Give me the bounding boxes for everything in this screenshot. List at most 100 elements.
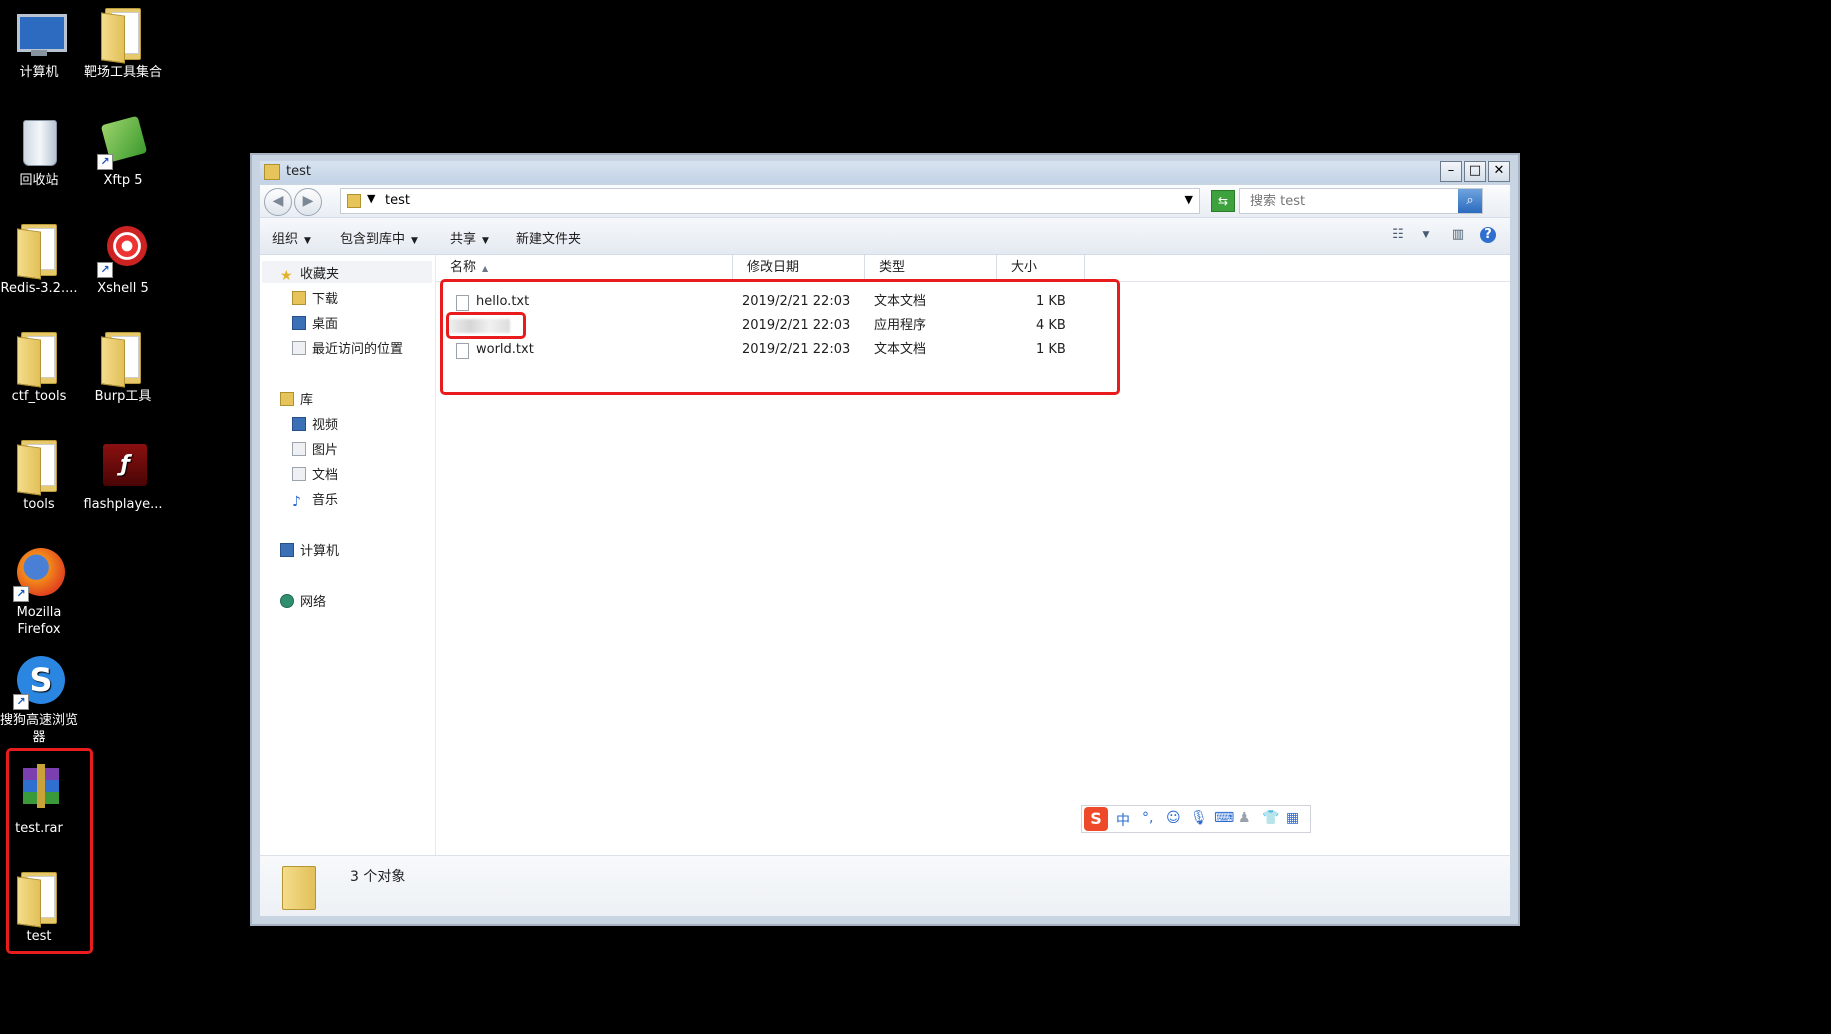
desktop-icon-recycle-bin[interactable]: 回收站 bbox=[0, 116, 84, 189]
search-icon[interactable]: ⌕ bbox=[1458, 189, 1482, 213]
column-header-type[interactable]: 类型 bbox=[865, 255, 997, 281]
navigation-pane: ★ 收藏夹 下载 桌面 最近访问的位置 库 视频 图片 文档 ♪ 音乐 计算机 网络 bbox=[260, 255, 436, 856]
video-icon bbox=[292, 417, 306, 431]
search-input[interactable] bbox=[1248, 193, 1452, 210]
nav-pictures[interactable]: 图片 bbox=[292, 439, 338, 458]
mic-icon[interactable]: 🎙 bbox=[1190, 810, 1208, 826]
new-folder-button[interactable]: 新建文件夹 bbox=[516, 228, 581, 247]
folder-icon bbox=[264, 164, 280, 180]
document-icon bbox=[292, 467, 306, 481]
nav-libraries[interactable]: 库 bbox=[280, 389, 313, 408]
highlight-box-redacted-file bbox=[446, 312, 526, 339]
column-header-name[interactable]: 名称 ▲ bbox=[436, 255, 733, 281]
nav-label: 下载 bbox=[312, 292, 339, 307]
grid-icon[interactable]: ▦ bbox=[1286, 810, 1299, 826]
chevron-down-icon: ▼ bbox=[304, 236, 311, 246]
desktop-icon-xshell[interactable]: ↗ Xshell 5 bbox=[78, 224, 168, 297]
nav-documents[interactable]: 文档 bbox=[292, 464, 338, 483]
include-in-library-menu[interactable]: 包含到库中 ▼ bbox=[340, 228, 418, 247]
minimize-button[interactable]: – bbox=[1440, 161, 1462, 182]
shortcut-arrow-icon: ↗ bbox=[97, 262, 113, 278]
desktop-icon-flashplayer[interactable]: ƒ flashplaye... bbox=[78, 440, 168, 513]
skin-icon[interactable]: 👕 bbox=[1262, 810, 1279, 826]
nav-label: 计算机 bbox=[300, 544, 340, 559]
help-icon[interactable]: ? bbox=[1480, 227, 1496, 243]
desktop-icon-range-tools[interactable]: 靶场工具集合 bbox=[78, 8, 168, 81]
maximize-button[interactable]: □ bbox=[1464, 161, 1486, 182]
organize-menu[interactable]: 组织 ▼ bbox=[272, 228, 311, 247]
file-list: 名称 ▲ 修改日期 类型 大小 hello.txt 2019/2/21 22:03… bbox=[436, 255, 1510, 856]
folder-icon bbox=[97, 332, 149, 388]
include-in-library-label: 包含到库中 bbox=[340, 232, 406, 247]
address-bar[interactable]: ▼ test ▼ bbox=[340, 188, 1200, 214]
nav-label: 音乐 bbox=[312, 493, 339, 508]
folder-icon bbox=[347, 194, 361, 208]
emoji-icon[interactable]: ☺ bbox=[1166, 810, 1181, 826]
explorer-window: test – □ ✕ ◀ ▶ ▼ test ▼ ⇆ ⌕ 组织 ▼ bbox=[250, 153, 1520, 926]
shortcut-arrow-icon: ↗ bbox=[13, 586, 29, 602]
item-count: 3 个对象 bbox=[350, 869, 406, 885]
address-history-dropdown-icon[interactable]: ▼ bbox=[1185, 193, 1193, 206]
organize-label: 组织 bbox=[272, 232, 299, 247]
desktop-icon bbox=[292, 316, 306, 330]
ime-mode-toggle[interactable]: 中 bbox=[1116, 810, 1130, 830]
column-header-modified[interactable]: 修改日期 bbox=[733, 255, 865, 281]
title-bar[interactable]: test – □ ✕ bbox=[260, 161, 1510, 183]
share-menu[interactable]: 共享 ▼ bbox=[450, 228, 489, 247]
nav-downloads[interactable]: 下载 bbox=[292, 288, 338, 307]
desktop-icon-computer[interactable]: 计算机 bbox=[0, 8, 84, 81]
back-button[interactable]: ◀ bbox=[264, 188, 292, 216]
nav-label: 收藏夹 bbox=[300, 267, 340, 282]
preview-pane-icon[interactable]: ▥ bbox=[1450, 227, 1466, 243]
nav-videos[interactable]: 视频 bbox=[292, 414, 338, 433]
downloads-folder-icon bbox=[292, 291, 306, 305]
keyboard-icon[interactable]: ⌨ bbox=[1214, 810, 1234, 826]
nav-label: 文档 bbox=[312, 468, 339, 483]
forward-button[interactable]: ▶ bbox=[294, 188, 322, 216]
search-box[interactable]: ⌕ bbox=[1239, 188, 1483, 214]
desktop-icon-burp-tools[interactable]: Burp工具 bbox=[78, 332, 168, 405]
breadcrumb-dropdown-icon[interactable]: ▼ bbox=[367, 192, 375, 205]
column-label: 修改日期 bbox=[747, 260, 800, 275]
new-folder-label: 新建文件夹 bbox=[516, 232, 582, 247]
details-pane: 3 个对象 bbox=[260, 855, 1510, 916]
nav-recent-places[interactable]: 最近访问的位置 bbox=[292, 338, 403, 357]
ime-punct-toggle[interactable]: °, bbox=[1142, 810, 1153, 826]
network-icon bbox=[280, 594, 294, 608]
address-bar-row: ◀ ▶ ▼ test ▼ ⇆ ⌕ bbox=[260, 185, 1510, 218]
ime-toolbar[interactable]: S 中 °, ☺ 🎙 ⌨ ♟ 👕 ▦ bbox=[1081, 805, 1311, 833]
close-button[interactable]: ✕ bbox=[1488, 161, 1510, 182]
nav-computer[interactable]: 计算机 bbox=[280, 540, 339, 559]
refresh-icon[interactable]: ⇆ bbox=[1211, 190, 1235, 212]
computer-icon bbox=[280, 543, 294, 557]
view-options-icon[interactable]: ☷ bbox=[1390, 227, 1406, 243]
folder-icon bbox=[13, 440, 65, 496]
nav-network[interactable]: 网络 bbox=[280, 591, 326, 610]
desktop-icon-xftp[interactable]: ↗ Xftp 5 bbox=[78, 115, 168, 189]
nav-label: 桌面 bbox=[312, 317, 339, 332]
nav-label: 最近访问的位置 bbox=[312, 342, 404, 357]
chevron-down-icon[interactable]: ▼ bbox=[1418, 227, 1434, 243]
column-label: 类型 bbox=[879, 260, 906, 275]
sort-ascending-icon: ▲ bbox=[482, 264, 489, 273]
computer-icon bbox=[13, 8, 67, 60]
nav-music[interactable]: ♪ 音乐 bbox=[292, 489, 338, 509]
folder-icon bbox=[13, 332, 65, 388]
shortcut-arrow-icon: ↗ bbox=[97, 154, 113, 170]
firefox-icon: ↗ bbox=[13, 548, 65, 602]
desktop-icon-redis[interactable]: Redis-3.2.... bbox=[0, 224, 84, 297]
desktop-icon-ctf-tools[interactable]: ctf_tools bbox=[0, 332, 84, 405]
star-icon: ★ bbox=[280, 268, 293, 284]
breadcrumb-path[interactable]: test bbox=[385, 193, 410, 208]
nav-desktop[interactable]: 桌面 bbox=[292, 313, 338, 332]
desktop-icon-firefox[interactable]: ↗ Mozilla Firefox bbox=[0, 548, 84, 638]
sogou-ime-logo-icon[interactable]: S bbox=[1084, 807, 1108, 831]
highlight-box-files bbox=[440, 279, 1120, 395]
user-icon[interactable]: ♟ bbox=[1238, 810, 1251, 826]
desktop-icon-tools[interactable]: tools bbox=[0, 440, 84, 513]
nav-label: 图片 bbox=[312, 443, 339, 458]
desktop-icon-sogou-browser[interactable]: S ↗ 搜狗高速浏览器 bbox=[0, 656, 84, 746]
column-header-size[interactable]: 大小 bbox=[997, 255, 1085, 281]
nav-favorites[interactable]: ★ 收藏夹 bbox=[280, 263, 339, 283]
picture-icon bbox=[292, 442, 306, 456]
